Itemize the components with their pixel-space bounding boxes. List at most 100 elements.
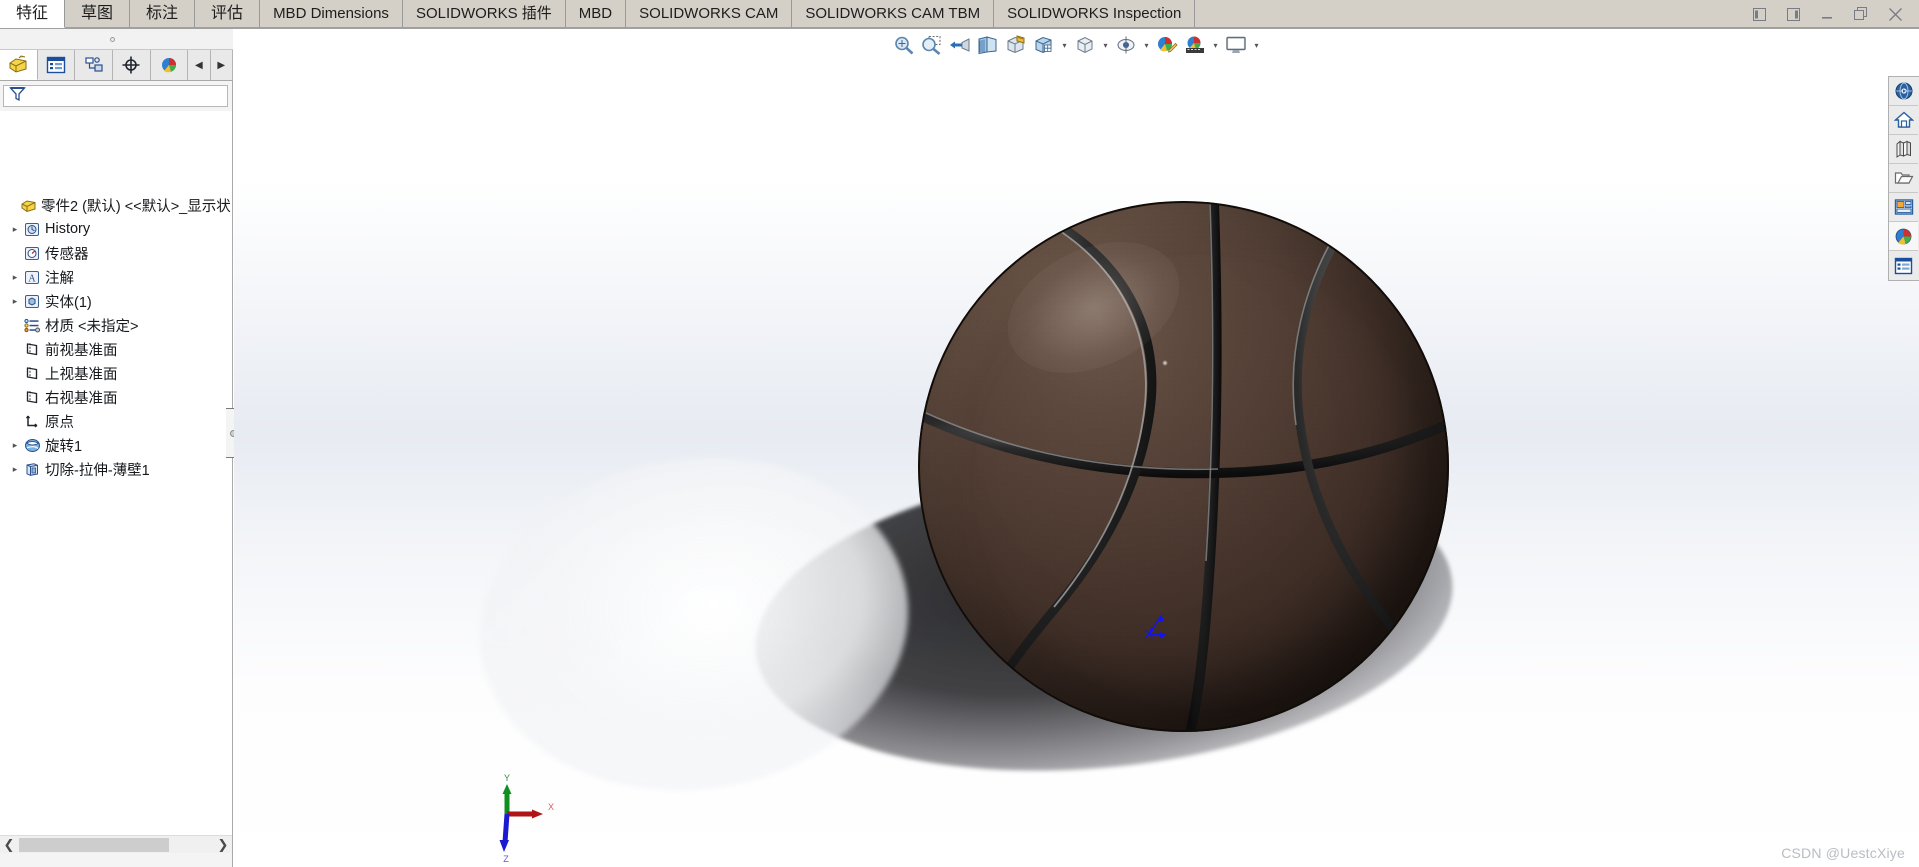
configuration-manager-tab[interactable] (75, 50, 113, 80)
solidworks-resources-button[interactable] (1889, 77, 1918, 106)
solid-bodies-icon (22, 294, 42, 309)
chevron-down-icon[interactable]: ▾ (1251, 32, 1262, 58)
custom-properties-button[interactable] (1889, 251, 1918, 280)
svg-text:X: X (548, 802, 554, 812)
section-view-button[interactable] (975, 32, 1001, 58)
previous-view-button[interactable] (947, 32, 973, 58)
tab-solidworks-inspection[interactable]: SOLIDWORKS Inspection (994, 0, 1196, 28)
cut-extrude-thin-icon (22, 462, 42, 477)
basketball-model[interactable] (918, 201, 1449, 732)
view-settings-eye-button[interactable] (1113, 32, 1139, 58)
tree-item-label: 右视基准面 (45, 390, 118, 407)
history-icon (22, 222, 42, 237)
window-controls (1749, 0, 1913, 29)
zoom-to-fit-button[interactable] (891, 32, 917, 58)
tree-item-label: 传感器 (45, 246, 89, 263)
tree-twisty[interactable]: ▸ (8, 224, 22, 235)
view-palette-button[interactable] (1889, 193, 1918, 222)
design-library-button[interactable] (1889, 106, 1918, 135)
tree-item-material[interactable]: 材质 <未指定> (0, 313, 232, 337)
panel-tab-prev-button[interactable]: ◀ (188, 50, 211, 80)
tree-twisty[interactable]: ▸ (8, 296, 22, 307)
tab-evaluate[interactable]: 评估 (195, 0, 261, 28)
scroll-right-button[interactable]: ❯ (214, 837, 232, 853)
tab-mbd[interactable]: MBD (565, 0, 627, 28)
tab-solidworks-addins[interactable]: SOLIDWORKS 插件 (402, 0, 566, 28)
dimxpert-manager-tab[interactable] (112, 50, 151, 80)
tree-item-annotations[interactable]: ▸ A 注解 (0, 265, 232, 289)
tree-item-revolve1[interactable]: ▸ 旋转1 (0, 433, 232, 457)
hide-show-items-button[interactable] (1072, 32, 1098, 58)
basketball-seams (918, 201, 1449, 732)
feature-manager-panel: ◀ ▶ 零件2 (默认) <<默认>_显示状 ▸ History 传感器 ▸ A… (0, 29, 233, 867)
feature-tree[interactable]: 零件2 (默认) <<默认>_显示状 ▸ History 传感器 ▸ A 注解 … (0, 193, 232, 513)
scrollbar-thumb[interactable] (19, 837, 169, 852)
tree-twisty[interactable]: ▸ (8, 464, 22, 475)
file-explorer-button[interactable] (1889, 135, 1918, 164)
chevron-down-icon[interactable]: ▾ (1100, 32, 1111, 58)
apply-scene-button[interactable] (1182, 32, 1208, 58)
minimize-icon[interactable] (1817, 5, 1837, 25)
tree-item-top-plane[interactable]: 上视基准面 (0, 361, 232, 385)
tree-item-label: History (45, 221, 91, 237)
part-icon (18, 198, 38, 213)
tree-item-cut-extrude-thin1[interactable]: ▸ 切除-拉伸-薄壁1 (0, 457, 232, 481)
chevron-down-icon[interactable]: ▾ (1059, 32, 1070, 58)
property-manager-tab[interactable] (37, 50, 76, 80)
chevron-down-icon[interactable]: ▾ (1141, 32, 1152, 58)
tab-solidworks-cam-tbm[interactable]: SOLIDWORKS CAM TBM (792, 0, 995, 28)
tree-item-label: 零件2 (默认) <<默认>_显示状 (41, 198, 231, 215)
tab-markup[interactable]: 标注 (130, 0, 196, 28)
tree-item-part[interactable]: 零件2 (默认) <<默认>_显示状 (0, 193, 232, 217)
tree-item-label: 旋转1 (45, 438, 83, 455)
open-folder-button[interactable] (1889, 164, 1918, 193)
close-icon[interactable] (1885, 5, 1905, 25)
restore-icon[interactable] (1851, 5, 1871, 25)
feature-manager-tab[interactable] (0, 50, 38, 80)
watermark-text: CSDN @UestcXiye (1781, 845, 1905, 861)
tree-item-label: 前视基准面 (45, 342, 118, 359)
tree-item-label: 上视基准面 (45, 366, 118, 383)
chevron-down-icon[interactable]: ▾ (1210, 32, 1221, 58)
tab-sketch[interactable]: 草图 (65, 0, 131, 28)
plane-icon (22, 366, 42, 381)
panel-tab-next-button[interactable]: ▶ (210, 50, 233, 80)
tree-filter-input[interactable] (3, 85, 228, 107)
edit-appearance-button[interactable] (1154, 32, 1180, 58)
viewport-layout-button[interactable] (1223, 32, 1249, 58)
restore-right-icon[interactable] (1783, 5, 1803, 25)
display-manager-tab[interactable] (150, 50, 189, 80)
panel-top-strip (0, 29, 233, 50)
appearances-scenes-button[interactable] (1889, 222, 1918, 251)
3d-scene[interactable]: Y X Z (234, 29, 1919, 867)
scroll-left-button[interactable]: ❮ (0, 837, 18, 853)
svg-text:Z: Z (503, 854, 509, 864)
display-style-button[interactable] (1031, 32, 1057, 58)
zoom-to-area-button[interactable] (919, 32, 945, 58)
tree-item-sensors[interactable]: 传感器 (0, 241, 232, 265)
tree-item-front-plane[interactable]: 前视基准面 (0, 337, 232, 361)
panel-pin-icon[interactable] (110, 37, 115, 42)
view-orientation-button[interactable] (1003, 32, 1029, 58)
graphics-viewport[interactable]: Y X Z ▾ ▾ ▾ ▾ ▾ CSDN @UestcXiye (234, 29, 1919, 867)
ribbon-tab-bar: 特征 草图 标注 评估 MBD Dimensions SOLIDWORKS 插件… (0, 0, 1919, 29)
filter-funnel-icon (9, 86, 26, 107)
restore-left-icon[interactable] (1749, 5, 1769, 25)
tree-item-solid-bodies[interactable]: ▸ 实体(1) (0, 289, 232, 313)
tree-horizontal-scrollbar[interactable]: ❮ ❯ (0, 835, 232, 853)
annotations-icon: A (22, 270, 42, 285)
material-icon (22, 318, 42, 333)
tab-features[interactable]: 特征 (0, 0, 66, 28)
tab-solidworks-cam[interactable]: SOLIDWORKS CAM (626, 0, 793, 28)
tree-item-right-plane[interactable]: 右视基准面 (0, 385, 232, 409)
tree-item-label: 注解 (45, 270, 74, 287)
tree-twisty[interactable]: ▸ (8, 272, 22, 283)
sensor-icon (22, 246, 42, 261)
tree-scroll-area[interactable]: 零件2 (默认) <<默认>_显示状 ▸ History 传感器 ▸ A 注解 … (0, 111, 232, 847)
origin-triad-marker (1139, 604, 1179, 644)
tree-item-history[interactable]: ▸ History (0, 217, 232, 241)
tab-mbd-dimensions[interactable]: MBD Dimensions (260, 0, 403, 28)
tree-item-origin[interactable]: 原点 (0, 409, 232, 433)
tree-twisty[interactable]: ▸ (8, 440, 22, 451)
origin-icon (22, 414, 42, 429)
